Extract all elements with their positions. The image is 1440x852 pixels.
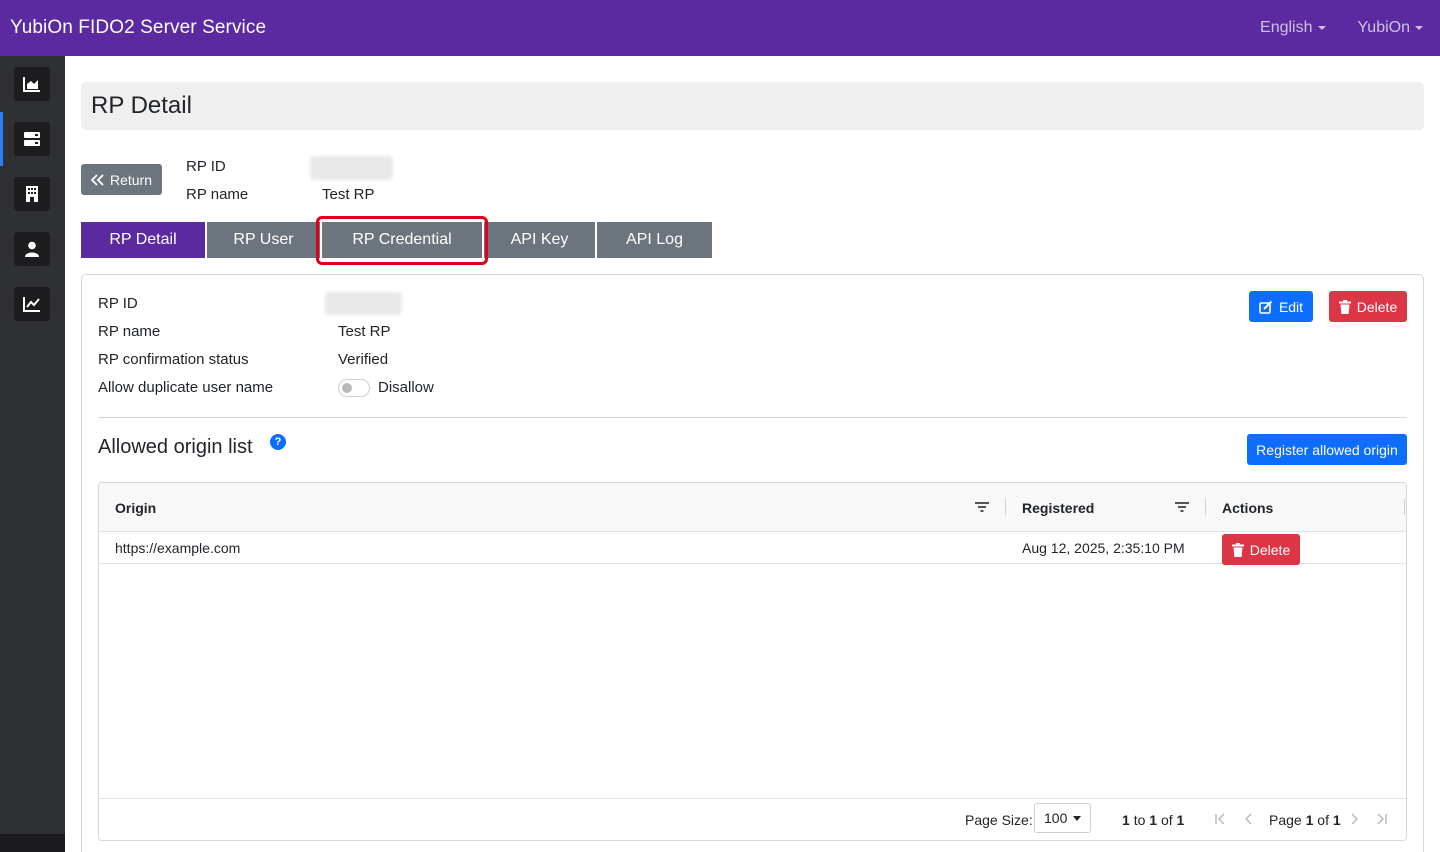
area-chart-icon (23, 77, 40, 92)
page-title-bar: RP Detail (81, 82, 1424, 130)
user-dropdown-label: YubiOn (1357, 19, 1410, 36)
table-row: https://example.com Aug 12, 2025, 2:35:1… (99, 532, 1406, 565)
header-rp-id-label: RP ID (186, 158, 226, 175)
allow-duplicate-label: Allow duplicate user name (98, 379, 274, 396)
allowed-origin-title: Allowed origin list (98, 436, 253, 458)
header-rp-name-value: Test RP (322, 186, 375, 203)
rp-status-label: RP confirmation status (98, 351, 249, 368)
caret-down-icon (1317, 26, 1326, 30)
caret-down-icon (1073, 815, 1082, 821)
sidebar-item-dashboard[interactable] (14, 67, 50, 101)
caret-down-icon (1415, 26, 1423, 30)
sidebar-active-indicator (0, 112, 3, 166)
double-chevron-left-icon (90, 173, 104, 186)
rp-id-label: RP ID (98, 295, 138, 312)
rp-id-value-redacted (325, 292, 402, 315)
sidebar-footer (0, 834, 65, 852)
filter-icon[interactable] (975, 501, 989, 513)
page-size-select[interactable]: 100 (1034, 803, 1091, 833)
column-header-actions: Actions (1222, 499, 1274, 516)
register-origin-button-label: Register allowed origin (1256, 441, 1398, 458)
sidebar-item-servers[interactable] (14, 122, 50, 156)
return-button[interactable]: Return (81, 164, 162, 195)
section-divider (98, 417, 1407, 418)
next-page-icon[interactable] (1347, 812, 1361, 826)
column-header-origin[interactable]: Origin (115, 483, 156, 532)
tab-rp-detail[interactable]: RP Detail (81, 222, 207, 258)
delete-origin-button-label: Delete (1249, 541, 1291, 558)
top-navbar: YubiOn FIDO2 Server Service English Yubi… (0, 0, 1440, 56)
rp-name-label: RP name (98, 323, 161, 340)
return-button-label: Return (109, 171, 153, 188)
last-page-icon[interactable] (1375, 812, 1389, 826)
rp-name-value: Test RP (338, 323, 391, 340)
building-icon (26, 186, 38, 202)
row-range-to-word: to (1133, 812, 1146, 828)
toggle-knob (342, 383, 352, 393)
delete-rp-button[interactable]: Delete (1329, 291, 1407, 322)
trash-icon (1338, 299, 1351, 314)
tab-rp-credential[interactable]: RP Credential (322, 222, 484, 258)
user-icon (25, 241, 39, 257)
edit-button[interactable]: Edit (1249, 291, 1313, 322)
sidebar-item-organizations[interactable] (14, 177, 50, 211)
origin-grid: Origin Registered Actions https://exampl… (98, 482, 1407, 841)
sidebar-item-statistics[interactable] (14, 287, 50, 321)
tab-rp-user[interactable]: RP User (207, 222, 322, 258)
language-dropdown[interactable]: English (1260, 19, 1326, 37)
previous-page-icon[interactable] (1242, 812, 1256, 826)
column-header-registered[interactable]: Registered (1022, 483, 1094, 532)
rp-status-value: Verified (338, 351, 389, 368)
page-indicator: Page 1 of 1 (1269, 799, 1341, 840)
edit-icon (1259, 300, 1273, 314)
filter-icon[interactable] (1175, 501, 1189, 513)
tab-api-key[interactable]: API Key (484, 222, 597, 258)
grid-pagination: Page Size: 100 1 to 1 of 1 Page 1 of 1 (99, 798, 1406, 840)
header-rp-name-label: RP name (186, 186, 249, 203)
origin-cell: https://example.com (115, 540, 241, 556)
column-separator[interactable] (1005, 499, 1006, 515)
registered-cell: Aug 12, 2025, 2:35:10 PM (1022, 540, 1185, 556)
page-title: RP Detail (91, 92, 192, 119)
user-dropdown[interactable]: YubiOn (1358, 19, 1423, 37)
delete-rp-button-label: Delete (1356, 298, 1398, 315)
server-icon (24, 132, 40, 146)
delete-origin-button[interactable]: Delete (1222, 534, 1300, 565)
help-icon[interactable]: ? (270, 434, 286, 450)
line-chart-icon (23, 297, 40, 312)
allow-duplicate-toggle[interactable] (338, 379, 370, 397)
row-range-total: 1 (1176, 812, 1185, 828)
allow-duplicate-value: Disallow (378, 379, 434, 396)
row-range-from: 1 (1122, 812, 1130, 828)
first-page-icon[interactable] (1213, 812, 1227, 826)
page-current: 1 (1305, 812, 1314, 828)
column-separator[interactable] (1404, 499, 1405, 515)
trash-icon (1231, 542, 1244, 557)
language-dropdown-label: English (1260, 19, 1313, 36)
register-origin-button[interactable]: Register allowed origin (1247, 434, 1407, 465)
sidebar-item-users[interactable] (14, 232, 50, 266)
grid-header: Origin Registered Actions (99, 483, 1406, 532)
edit-button-label: Edit (1278, 298, 1304, 315)
row-range-to: 1 (1149, 812, 1158, 828)
page-size-label: Page Size: (965, 812, 1033, 828)
detail-tabs: RP Detail RP User RP Credential API Key … (81, 222, 712, 258)
tab-api-log[interactable]: API Log (597, 222, 712, 258)
page-of-word: of (1317, 812, 1329, 828)
page-total: 1 (1332, 812, 1341, 828)
sidebar (0, 56, 65, 852)
page-word: Page (1269, 812, 1302, 828)
header-rp-id-value-redacted (310, 156, 393, 180)
column-separator[interactable] (1205, 499, 1206, 515)
row-range-of-word: of (1160, 812, 1173, 828)
app-brand[interactable]: YubiOn FIDO2 Server Service (0, 17, 266, 39)
row-range-summary: 1 to 1 of 1 (1122, 799, 1185, 840)
page-size-value: 100 (1044, 810, 1068, 826)
